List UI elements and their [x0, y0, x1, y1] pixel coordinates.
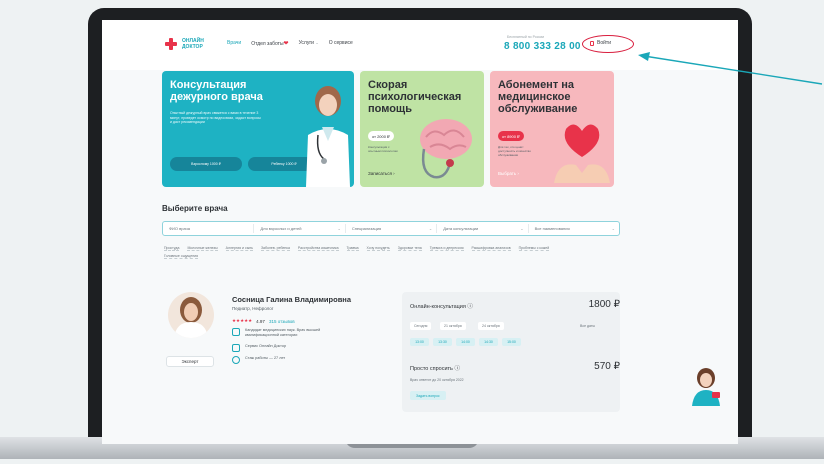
annotation-arrow	[638, 52, 823, 85]
